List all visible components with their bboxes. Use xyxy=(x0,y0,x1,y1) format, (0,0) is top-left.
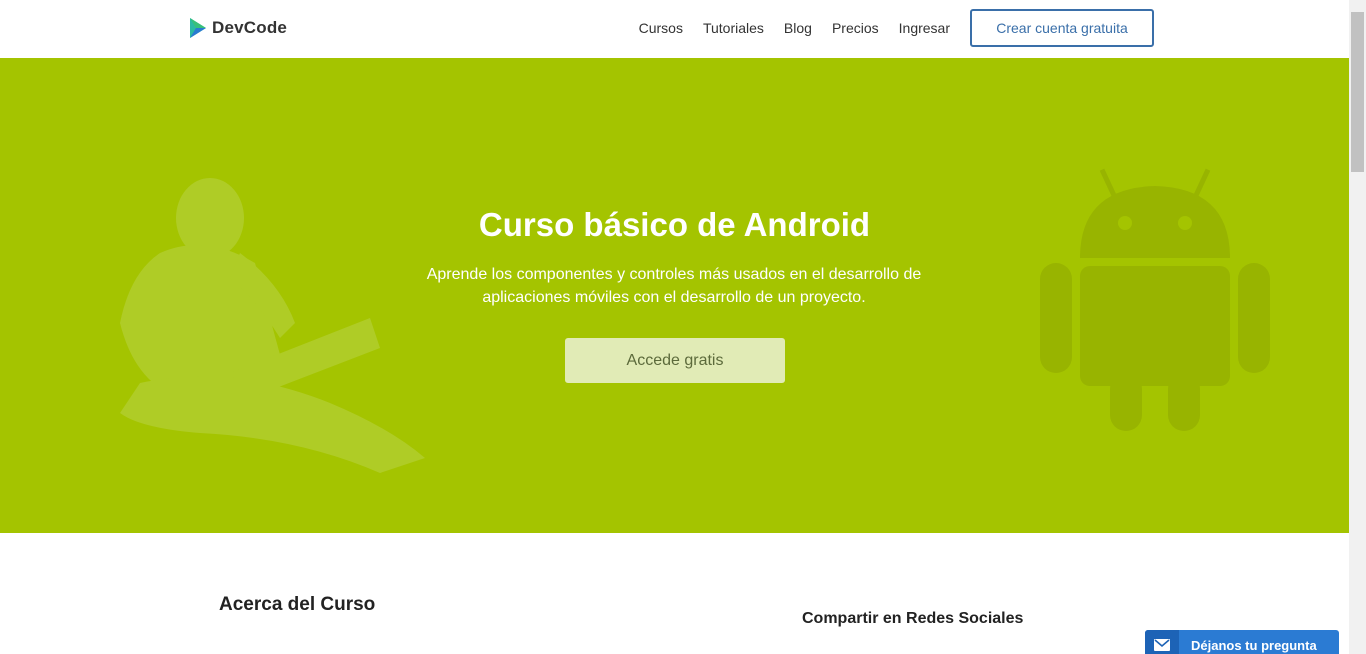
hero-banner: Curso básico de Android Aprende los comp… xyxy=(0,58,1349,533)
devcode-logo-icon xyxy=(190,18,206,38)
about-course-text xyxy=(219,644,739,654)
logo-text: DevCode xyxy=(212,18,288,37)
nav-ingresar[interactable]: Ingresar xyxy=(899,9,950,47)
contact-widget-button[interactable]: Déjanos tu pregunta xyxy=(1145,630,1339,654)
create-account-button[interactable]: Crear cuenta gratuita xyxy=(970,9,1154,47)
about-course-heading: Acerca del Curso xyxy=(219,594,376,615)
nav-precios[interactable]: Precios xyxy=(832,9,879,47)
course-title: Curso básico de Android xyxy=(478,206,871,243)
logo[interactable]: DevCode xyxy=(188,16,287,40)
contact-widget-label: Déjanos tu pregunta xyxy=(1191,637,1317,653)
main-nav: Cursos Tutoriales Blog Precios Ingresar … xyxy=(639,9,1154,47)
envelope-icon xyxy=(1145,630,1179,654)
page: DevCode Cursos Tutoriales Blog Precios I… xyxy=(0,0,1349,654)
access-free-button[interactable]: Accede gratis xyxy=(565,338,785,383)
nav-blog[interactable]: Blog xyxy=(784,9,812,47)
site-header: DevCode Cursos Tutoriales Blog Precios I… xyxy=(0,0,1349,58)
course-description: Aprende los componentes y controles más … xyxy=(426,266,922,306)
nav-tutoriales[interactable]: Tutoriales xyxy=(703,9,764,47)
scrollbar-thumb[interactable] xyxy=(1351,12,1364,172)
share-social-heading: Compartir en Redes Sociales xyxy=(802,610,1024,627)
page-scrollbar[interactable] xyxy=(1349,0,1366,654)
nav-cursos[interactable]: Cursos xyxy=(639,9,683,47)
